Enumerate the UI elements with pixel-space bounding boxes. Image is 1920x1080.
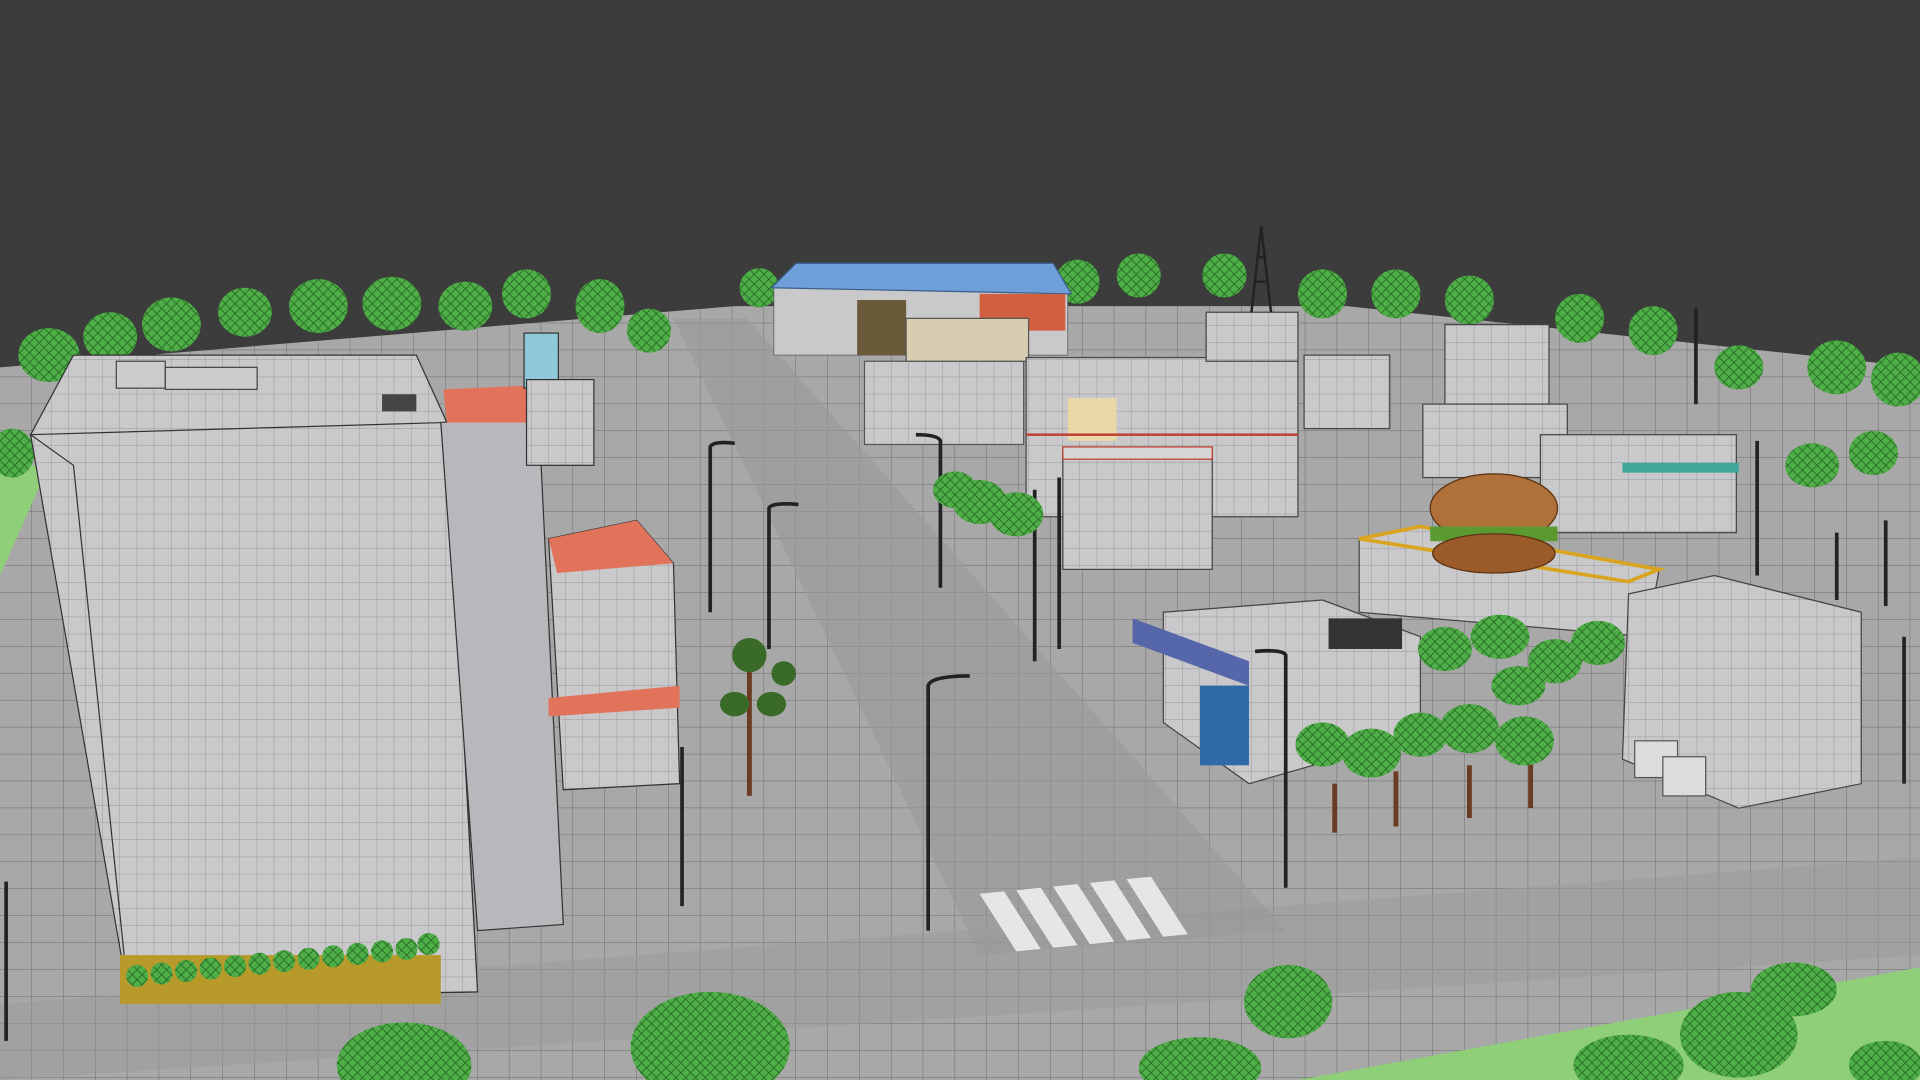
building-center-front [1062,446,1213,570]
building-right-front [1621,574,1862,809]
city-scene-render [0,0,1920,1080]
building-far-right-mid [1303,354,1391,430]
